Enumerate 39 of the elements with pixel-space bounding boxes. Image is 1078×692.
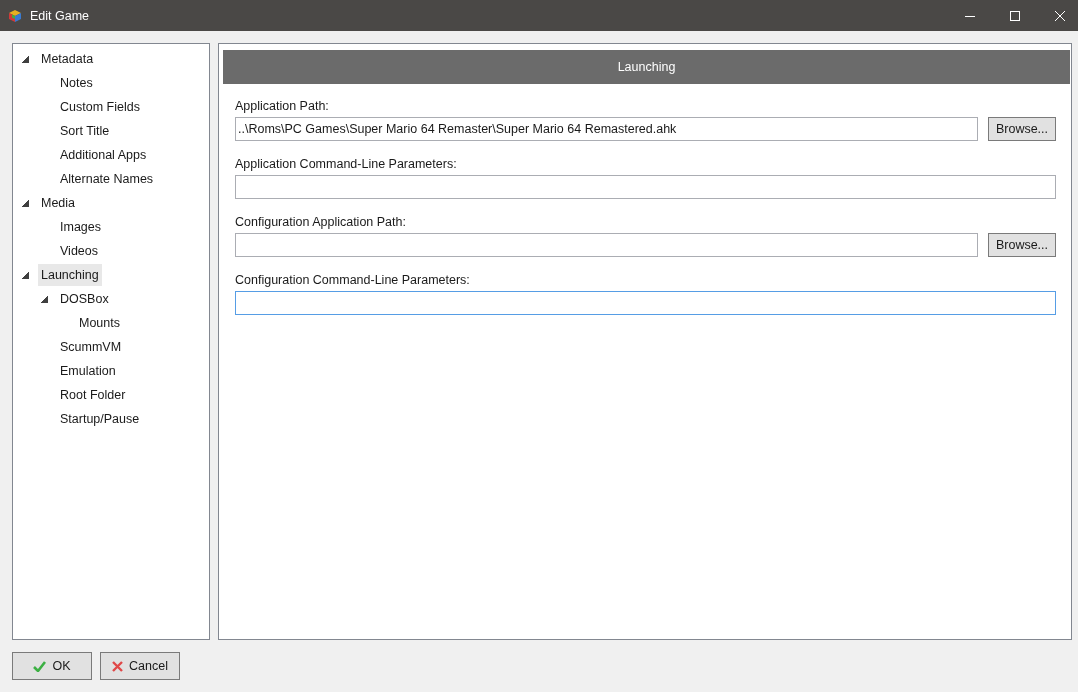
window-title: Edit Game [30,8,90,23]
field-label: Configuration Command-Line Parameters: [235,273,471,289]
field-label: Configuration Application Path: [235,215,407,231]
tree-item[interactable]: DOSBox [57,288,112,310]
tree-item[interactable]: Startup/Pause [57,408,143,430]
tree-item[interactable]: ScummVM [57,336,125,358]
close-icon[interactable] [1055,10,1065,21]
section-header: Launching [223,50,1070,84]
browse-button[interactable]: Browse... [988,117,1056,141]
tree-item[interactable]: Launching [38,264,102,286]
text-field[interactable] [235,175,1056,199]
text-field[interactable] [235,233,978,257]
checkmark-icon [33,660,47,672]
text-field[interactable] [235,291,1056,315]
cancel-button[interactable]: Cancel [100,652,180,680]
field-label: Application Command-Line Parameters: [235,157,458,173]
tree-item[interactable]: Mounts [76,312,123,334]
expanded-arrow-icon[interactable] [22,271,29,279]
tree-item[interactable]: Metadata [38,48,97,70]
tree-item[interactable]: Alternate Names [57,168,157,190]
tree-item[interactable]: Root Folder [57,384,129,406]
cross-icon [112,660,124,672]
expanded-arrow-icon[interactable] [22,199,29,207]
tree-item[interactable]: Notes [57,72,96,94]
tree-item[interactable]: Additional Apps [57,144,150,166]
tree-item[interactable]: Media [38,192,79,214]
tree-item[interactable]: Emulation [57,360,119,382]
ok-button[interactable]: OK [12,652,92,680]
expanded-arrow-icon[interactable] [41,295,48,303]
tree-item[interactable]: Videos [57,240,101,262]
tree-item[interactable]: Images [57,216,104,238]
browse-button[interactable]: Browse... [988,233,1056,257]
app-cube-icon [8,8,22,23]
field-label: Application Path: [235,99,330,115]
text-field[interactable]: ..\Roms\PC Games\Super Mario 64 Remaster\Super Mario 64 Remastered.ahk [235,117,978,141]
tree-item[interactable]: Custom Fields [57,96,143,118]
expanded-arrow-icon[interactable] [22,55,29,63]
tree-item[interactable]: Sort Title [57,120,113,142]
maximize-icon[interactable] [1010,10,1020,21]
